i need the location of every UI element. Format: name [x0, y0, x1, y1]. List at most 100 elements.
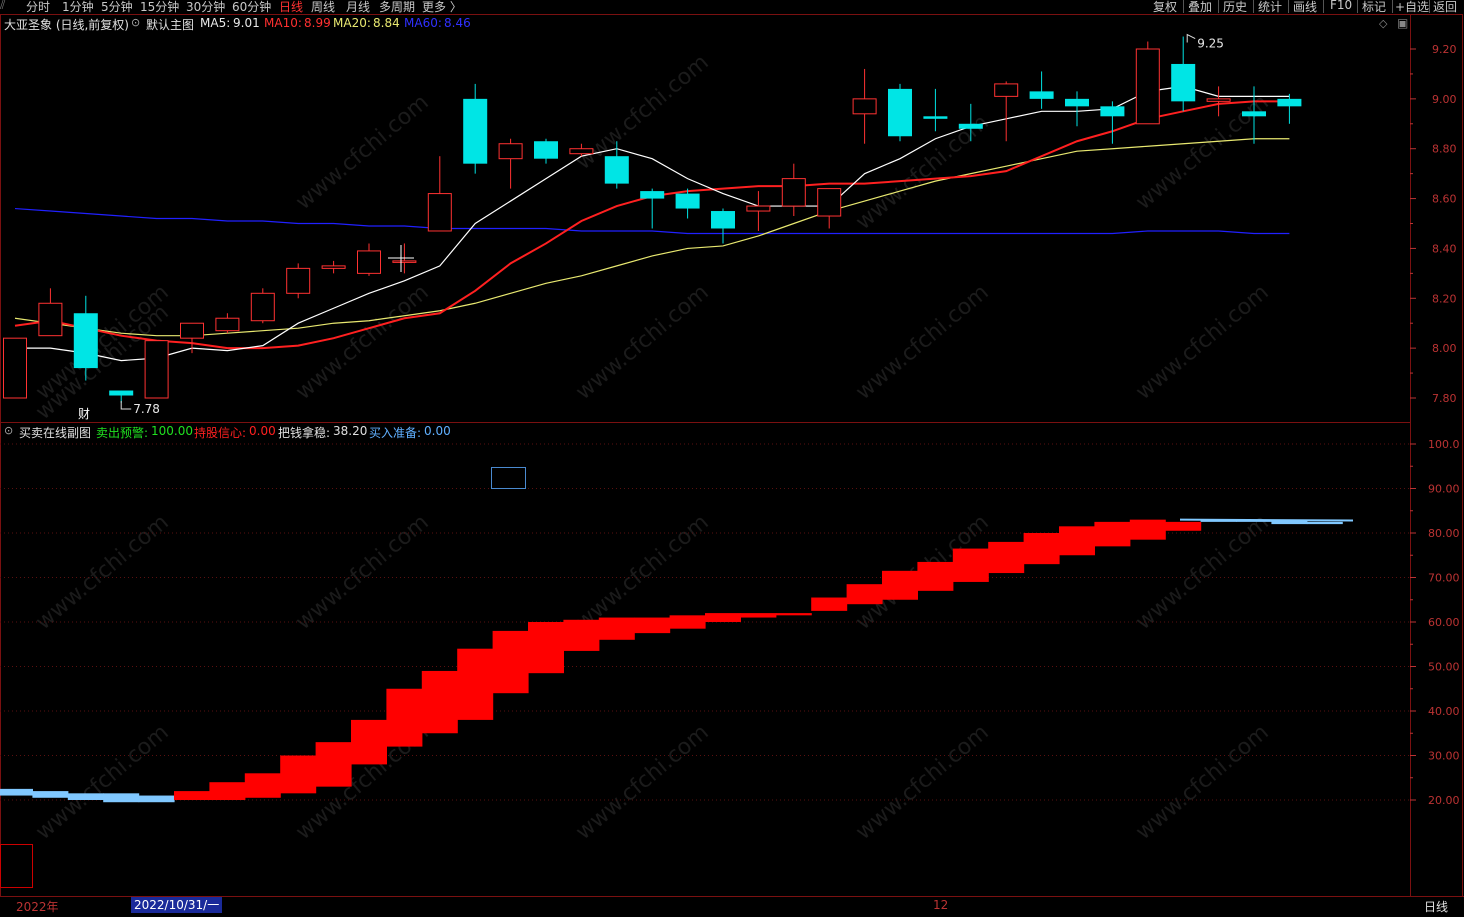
- sub-red-band: [846, 584, 883, 605]
- ma5-label: MA5:: [200, 16, 231, 30]
- candle-up: [1135, 48, 1160, 125]
- candle-up: [286, 267, 311, 294]
- sub-tick-label: 20.00: [1428, 794, 1460, 807]
- financial-report-marker: 财: [78, 407, 90, 421]
- candle-up: [357, 250, 381, 274]
- hold-steady-label: 把钱拿稳:: [278, 426, 331, 440]
- marker-box: [0, 844, 33, 888]
- sub-red-band: [988, 541, 1025, 574]
- hold-confidence-value: 0.00: [249, 424, 276, 438]
- sub-blue-band: [32, 791, 69, 798]
- price-tick-label: 9.00: [1432, 93, 1457, 106]
- hold-steady-value: 38.20: [333, 424, 368, 438]
- candle-down: [711, 211, 735, 229]
- candle-down: [604, 156, 629, 184]
- template-name[interactable]: 默认主图: [146, 16, 194, 33]
- sub-red-band: [740, 613, 777, 618]
- ma20-label: MA20:: [333, 16, 371, 30]
- hold-confidence-label: 持股信心:: [194, 426, 247, 440]
- sub-red-band: [209, 782, 246, 800]
- sub-red-band: [351, 719, 387, 765]
- candle-up: [215, 317, 240, 332]
- sub-tick-label: 50.00: [1428, 661, 1460, 674]
- diamond-icon[interactable]: ◇: [1379, 17, 1387, 30]
- sub-blue-band: [138, 795, 175, 803]
- period-switch-button[interactable]: 日线: [1424, 898, 1448, 915]
- sub-tick-label: 30.00: [1428, 750, 1460, 763]
- sub-red-band: [457, 648, 494, 720]
- candle-down: [1100, 106, 1125, 117]
- candle-down: [1065, 98, 1089, 107]
- candle-down: [640, 191, 665, 199]
- sub-blue-band: [1306, 521, 1343, 525]
- candle-down: [1029, 91, 1054, 99]
- candle-up: [781, 178, 806, 207]
- sub-template-toggle-icon[interactable]: ⊙: [4, 424, 13, 437]
- candle-up: [3, 337, 27, 399]
- price-tick-label: 8.00: [1432, 342, 1457, 355]
- price-tick-label: 8.40: [1432, 242, 1457, 255]
- price-tick-label: 7.80: [1432, 392, 1457, 405]
- sub-red-band: [492, 630, 529, 694]
- sell-warning-label: 卖出预警:: [96, 426, 149, 440]
- candle-up: [392, 260, 417, 263]
- candle-up: [321, 265, 346, 269]
- sub-tick-label: 90.00: [1428, 483, 1460, 496]
- template-toggle-icon[interactable]: ⊙: [131, 16, 140, 29]
- time-axis: 2022年 2022/10/31/一 12 日线: [0, 897, 1464, 917]
- window-toggle-icon[interactable]: ▣: [1397, 16, 1408, 30]
- sub-red-band: [280, 755, 317, 794]
- price-tick-label: 9.20: [1432, 43, 1457, 56]
- sub-red-band: [634, 617, 671, 634]
- candle-up: [498, 143, 523, 160]
- sub-blue-tail: [1179, 518, 1354, 522]
- low-price-label: 7.78: [133, 402, 160, 416]
- sub-red-band: [1165, 521, 1202, 531]
- sub-red-band: [917, 561, 954, 591]
- price-tick-label: 8.60: [1432, 193, 1457, 206]
- sub-red-band: [386, 688, 423, 747]
- kline-chart[interactable]: 9.20 9.00 8.80 8.60 8.40 8.20 8.00 7.80 100.0 90.…: [0, 0, 1464, 917]
- candle-up: [994, 83, 1019, 97]
- sub-tick-label: 80.00: [1428, 527, 1460, 540]
- sub-blue-band: [103, 793, 140, 803]
- sub-red-band: [811, 597, 848, 611]
- sub-red-band: [882, 570, 918, 600]
- sub-blue-band: [0, 788, 33, 796]
- ma10-label: MA10:: [264, 16, 302, 30]
- chart-frame: [0, 14, 1463, 897]
- sub-red-band: [421, 670, 458, 734]
- sub-blue-band: [67, 793, 104, 800]
- sub-red-band: [952, 548, 989, 582]
- ma60-label: MA60:: [404, 16, 442, 30]
- selection-box: [491, 467, 526, 489]
- sub-red-band: [598, 617, 635, 640]
- candle-up: [38, 302, 63, 337]
- month-label: 12: [933, 898, 949, 912]
- year-label: 2022年: [16, 900, 59, 914]
- candle-down: [958, 123, 983, 129]
- candle-down: [1242, 111, 1266, 117]
- price-tick-label: 8.20: [1432, 292, 1457, 305]
- sub-red-band: [244, 773, 281, 798]
- ma5-value: 9.01: [233, 16, 260, 30]
- candle-down: [923, 116, 948, 119]
- sub-red-band: [775, 613, 812, 616]
- sub-tick-label: 40.00: [1428, 705, 1460, 718]
- candle-up: [427, 193, 452, 232]
- sub-tick-label: 100.0: [1428, 438, 1460, 451]
- price-tick-label: 8.80: [1432, 143, 1457, 156]
- candle-down: [109, 390, 134, 396]
- stock-title: 大亚圣象 (日线,前复权): [4, 18, 129, 32]
- sub-tick-label: 70.00: [1428, 572, 1460, 585]
- sub-red-band: [1059, 526, 1095, 556]
- candle-down: [73, 313, 98, 369]
- sub-chart-title[interactable]: 买卖在线副图: [19, 424, 91, 441]
- candle-down: [888, 88, 912, 137]
- ma10-value: 8.99: [304, 16, 331, 30]
- sub-red-band: [1023, 533, 1060, 565]
- high-price-label: 9.25: [1197, 37, 1224, 51]
- sub-red-band: [705, 613, 741, 622]
- sub-tick-label: 60.00: [1428, 616, 1460, 629]
- candle-down: [463, 98, 488, 164]
